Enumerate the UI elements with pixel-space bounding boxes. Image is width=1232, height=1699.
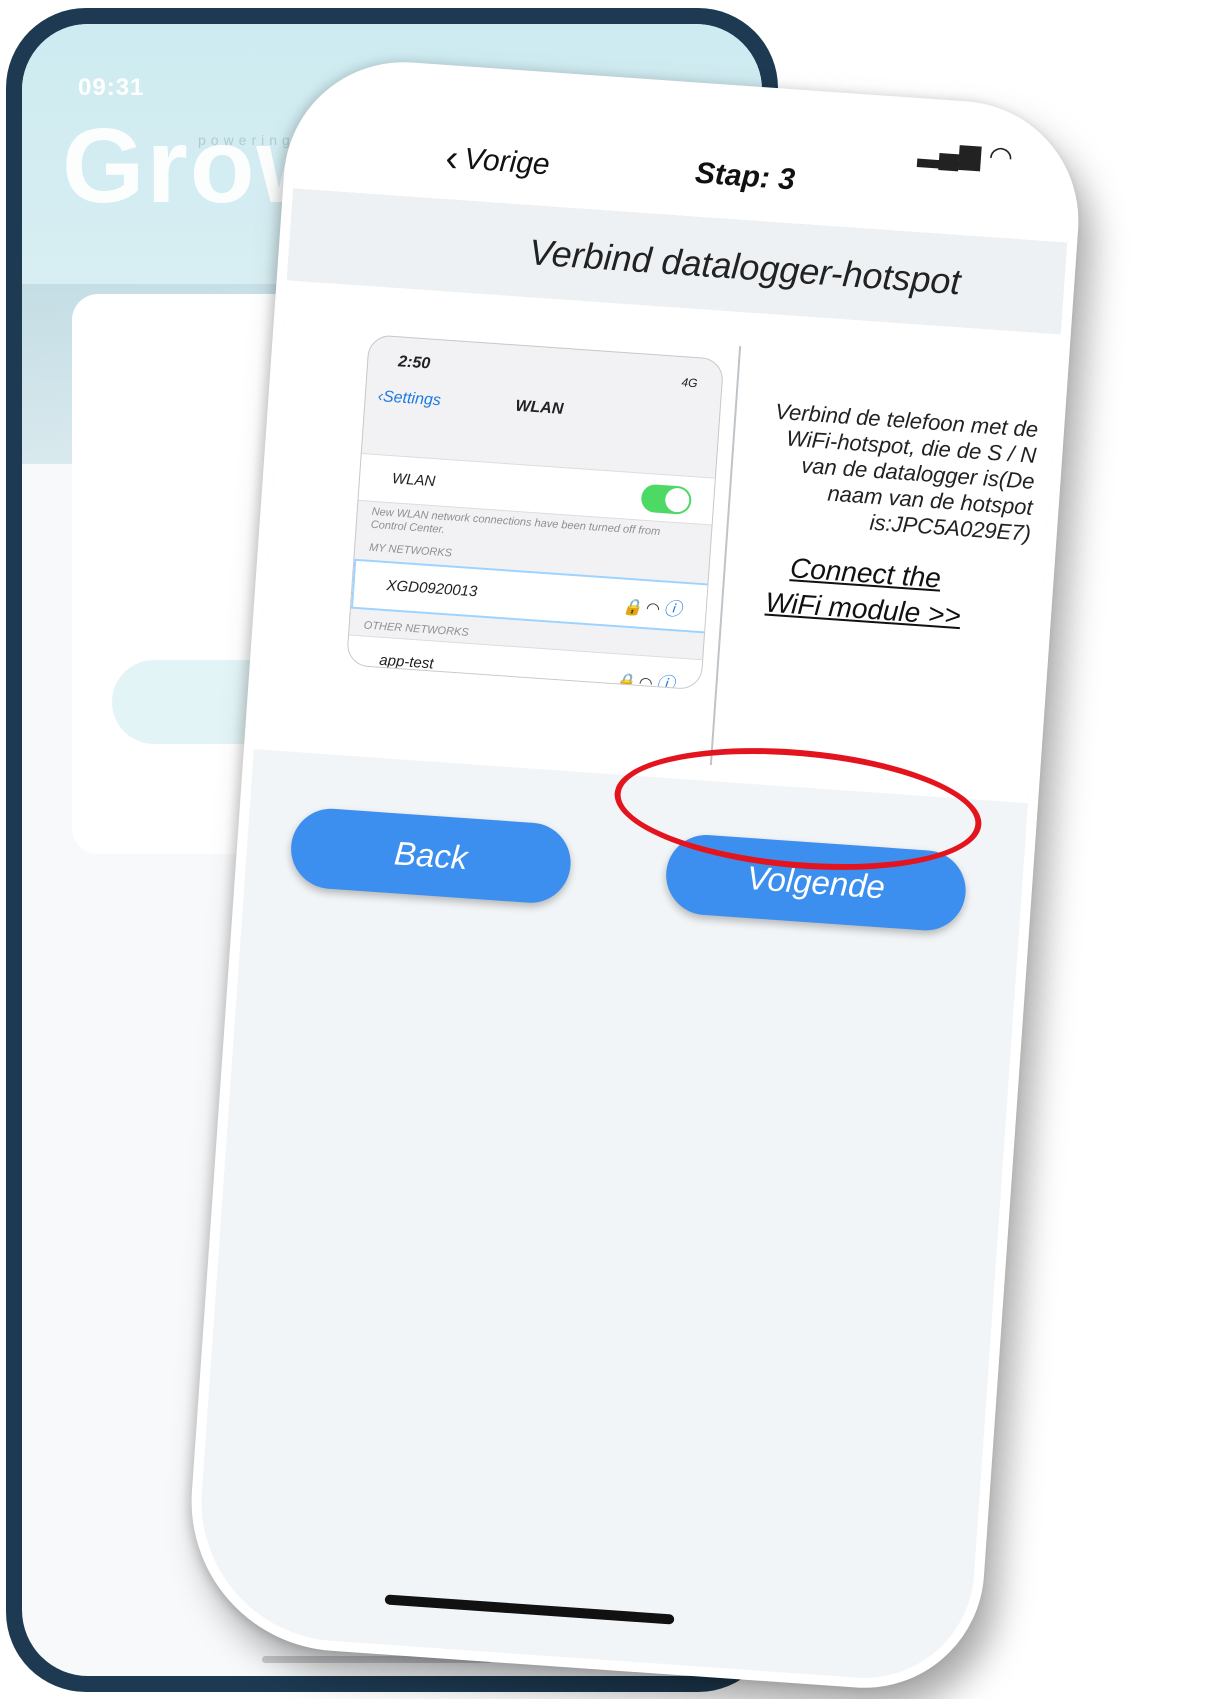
mini-my-networks-caption: MY NETWORKS [368, 541, 453, 560]
wlan-example-screenshot: 2:50 4G ‹Settings WLAN WLAN New WLAN net… [345, 334, 725, 691]
mini-wlan-title: WLAN [514, 397, 564, 418]
section-title: Verbind datalogger-hotspot [527, 231, 962, 303]
page-title: Stap: 3 [693, 156, 797, 197]
mini-my-network-name: XGD0920013 [385, 577, 478, 601]
signal-wifi-icon: ▂▄▆ ◠ [917, 135, 1015, 173]
nav-back-button[interactable]: ‹ Vorige [444, 137, 551, 184]
mini-wlan-toggle [640, 483, 693, 516]
instruction-text: Verbind de telefoon met de WiFi-hotspot,… [774, 398, 1039, 546]
nav-back-label: Vorige [463, 142, 551, 182]
mini-time: 2:50 [397, 353, 431, 373]
mini-network-icons: 🔒 ◠ ⓘ [621, 598, 683, 620]
background-time: 09:31 [78, 74, 145, 101]
mini-wlan-label: WLAN [391, 470, 436, 491]
status-bar-icons: ▂▄▆ ◠ [917, 134, 1014, 174]
mini-status: 4G [680, 375, 698, 391]
front-phone-screen: ▂▄▆ ◠ ‹ Vorige Stap: 3 Verbind datalogge… [191, 64, 1076, 1696]
mini-settings-back: ‹Settings [377, 387, 442, 410]
chevron-left-icon: ‹ [444, 137, 460, 180]
info-icon: ⓘ [662, 598, 683, 620]
front-phone-frame: ▂▄▆ ◠ ‹ Vorige Stap: 3 Verbind datalogge… [181, 54, 1087, 1696]
connect-wifi-module-link[interactable]: Connect the WiFi module >> [764, 549, 964, 634]
